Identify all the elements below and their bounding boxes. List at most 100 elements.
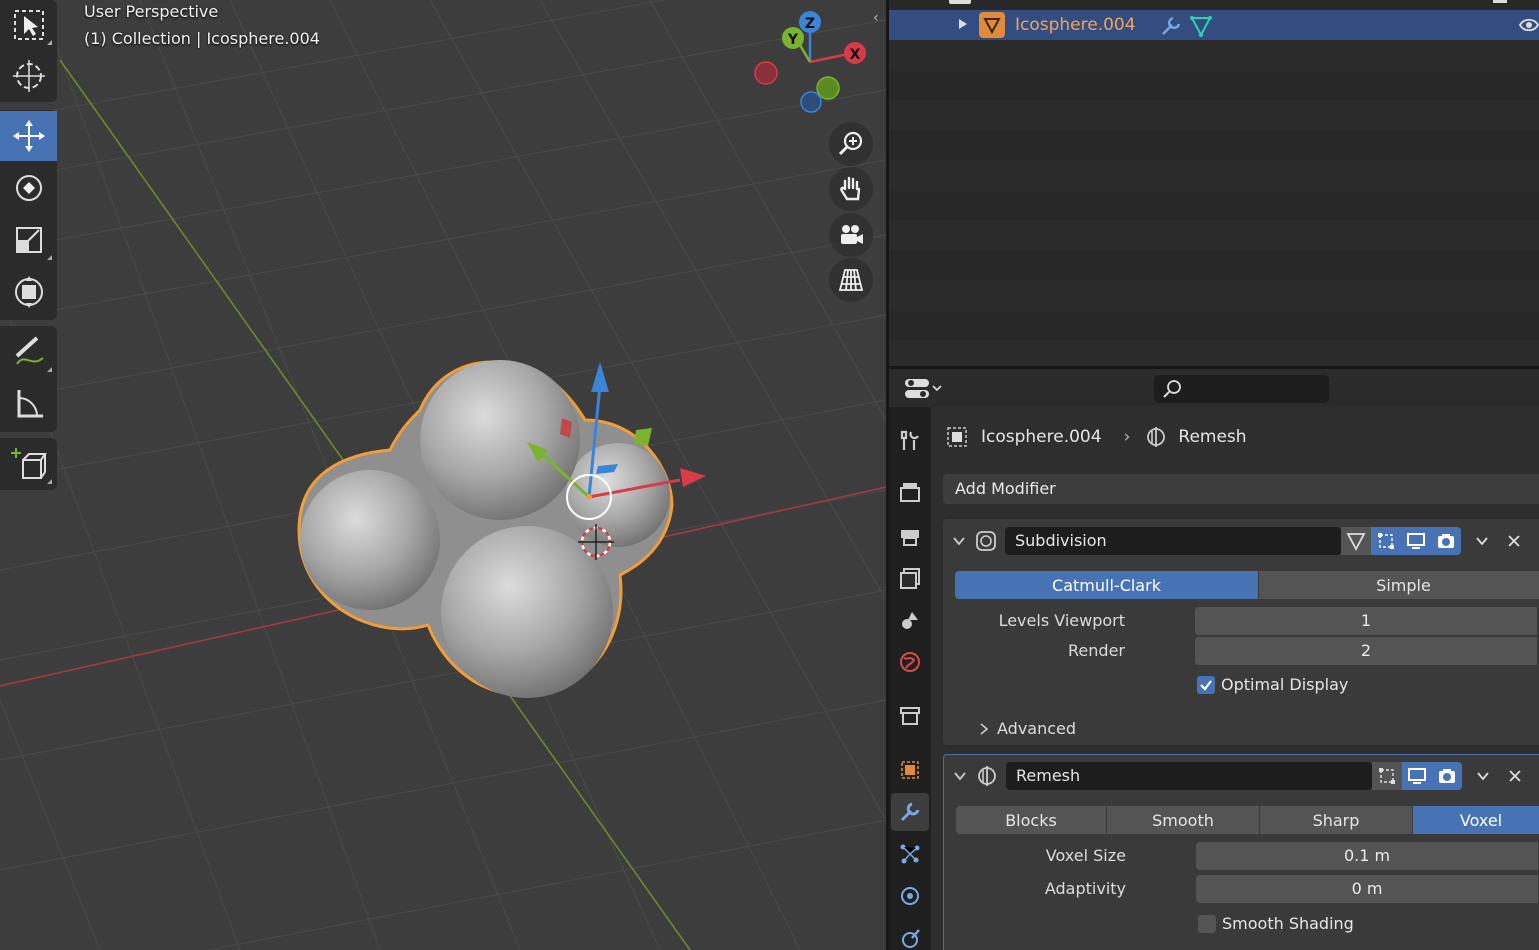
editor-type-button[interactable]	[901, 374, 949, 404]
properties-search-input[interactable]	[1154, 375, 1329, 403]
optimal-display-checkbox[interactable]	[1197, 676, 1215, 694]
mesh-object-icon	[979, 12, 1005, 38]
tab-collection[interactable]	[891, 697, 929, 735]
camera-render-icon	[1439, 769, 1455, 783]
move-tool[interactable]	[0, 111, 57, 161]
camera-view-button[interactable]	[829, 213, 873, 257]
subdivision-type-selector: Catmull-Clark Simple	[955, 571, 1539, 599]
pan-hand-icon	[840, 176, 861, 201]
tab-output[interactable]	[891, 517, 929, 555]
breadcrumb-chevron-icon: ›	[1123, 427, 1131, 447]
levels-viewport-field[interactable]: 1	[1195, 607, 1537, 635]
tab-particles[interactable]	[891, 835, 929, 873]
tab-world[interactable]	[891, 643, 929, 681]
measure-tool[interactable]	[0, 379, 57, 429]
sphere-top	[420, 360, 580, 520]
add-cube-tool[interactable]	[0, 439, 57, 489]
object-icon	[901, 761, 919, 779]
checkmark-icon	[1200, 680, 1212, 691]
camera-render-icon	[1438, 534, 1454, 548]
subdivision-icon	[972, 527, 1000, 555]
expand-chevron-icon	[980, 722, 989, 735]
physics-icon	[901, 887, 919, 905]
gizmo-y-label: Y	[787, 32, 799, 48]
mode-sharp[interactable]: Sharp	[1260, 806, 1413, 834]
properties-editor[interactable]: Icosphere.004 › Remesh Add Modifier Subd…	[889, 369, 1539, 950]
remesh-mode-selector: Blocks Smooth Sharp Voxel	[956, 806, 1539, 834]
mesh-data-icon[interactable]	[1189, 14, 1213, 38]
rotate-tool[interactable]	[0, 163, 57, 213]
tab-physics[interactable]	[891, 877, 929, 915]
scale-icon	[15, 227, 42, 253]
render-levels-label: Render	[1068, 641, 1125, 660]
close-icon	[1508, 535, 1520, 547]
expand-arrow-icon[interactable]	[959, 19, 967, 29]
editmode-toggle[interactable]	[1372, 762, 1402, 790]
advanced-subpanel-header[interactable]: Advanced	[977, 719, 1076, 738]
move-icon	[12, 120, 45, 152]
zoom-button[interactable]	[829, 122, 873, 166]
tab-scene[interactable]	[891, 601, 929, 639]
pan-button[interactable]	[829, 167, 873, 211]
remove-modifier-button[interactable]	[1500, 762, 1530, 790]
viewport-toggle[interactable]	[1402, 762, 1432, 790]
properties-tabs	[889, 407, 931, 950]
mode-simple[interactable]: Simple	[1259, 571, 1539, 599]
scale-tool[interactable]	[0, 215, 57, 265]
annotate-icon	[15, 336, 44, 365]
tab-modifiers[interactable]	[891, 793, 929, 831]
add-modifier-button[interactable]: Add Modifier	[943, 474, 1539, 504]
adaptivity-label: Adaptivity	[1044, 879, 1126, 898]
cursor-icon	[12, 60, 45, 92]
modifier-wrench-icon	[900, 802, 920, 822]
mode-voxel[interactable]: Voxel	[1413, 806, 1539, 834]
modifier-menu-button[interactable]	[1468, 762, 1498, 790]
modifier-menu-button[interactable]	[1467, 527, 1497, 555]
monitor-icon	[1408, 768, 1426, 784]
collection-label: (1) Collection | Icosphere.004	[84, 29, 320, 48]
render-icon	[900, 483, 920, 502]
remesh-name-field[interactable]: Remesh	[1006, 762, 1372, 790]
transform-tool[interactable]	[0, 267, 57, 317]
adaptivity-field[interactable]: 0 m	[1196, 875, 1538, 903]
outliner[interactable]: Icosphere.004	[889, 0, 1539, 366]
dropdown-chevron-icon	[1477, 772, 1489, 781]
editmode-square-icon	[1379, 768, 1395, 784]
camera-icon	[841, 225, 863, 244]
render-levels-field[interactable]: 2	[1195, 637, 1537, 665]
edit-cage-button[interactable]	[1341, 527, 1371, 555]
breadcrumb-object: Icosphere.004	[981, 427, 1102, 447]
eye-icon[interactable]	[1519, 16, 1539, 34]
cursor-tool[interactable]	[0, 51, 57, 101]
render-toggle[interactable]	[1432, 762, 1462, 790]
editmode-toggle[interactable]	[1371, 527, 1401, 555]
annotate-tool[interactable]	[0, 327, 57, 377]
viewport-toggle[interactable]	[1401, 527, 1431, 555]
tab-constraints[interactable]	[891, 919, 929, 950]
mode-catmull-clark[interactable]: Catmull-Clark	[955, 571, 1259, 599]
subdivision-name-field[interactable]: Subdivision	[1005, 527, 1341, 555]
world-icon	[900, 652, 920, 672]
outliner-object-name[interactable]: Icosphere.004	[1015, 15, 1136, 35]
transform-icon	[14, 276, 43, 308]
mode-blocks[interactable]: Blocks	[956, 806, 1107, 834]
collapse-chevron-icon[interactable]	[945, 527, 973, 555]
mode-smooth[interactable]: Smooth	[1107, 806, 1260, 834]
sidebar-collapse-icon[interactable]: ‹	[873, 10, 885, 30]
collection-icon	[949, 0, 971, 4]
collapse-chevron-icon[interactable]	[946, 762, 974, 790]
remove-modifier-button[interactable]	[1499, 527, 1529, 555]
grid-icon	[838, 269, 864, 291]
sphere-right	[566, 443, 670, 547]
tab-object[interactable]	[891, 751, 929, 789]
tab-render[interactable]	[891, 473, 929, 511]
render-toggle[interactable]	[1431, 527, 1461, 555]
perspective-toggle-button[interactable]	[829, 258, 873, 302]
tab-view-layer[interactable]	[891, 559, 929, 597]
wrench-icon[interactable]	[1159, 14, 1183, 38]
select-box-tool[interactable]	[0, 0, 57, 50]
tab-tool[interactable]	[891, 421, 929, 459]
voxel-size-field[interactable]: 0.1 m	[1196, 842, 1538, 870]
smooth-shading-checkbox[interactable]	[1198, 915, 1216, 933]
3d-viewport[interactable]: Z X Y User Perspective (1) Collection | …	[0, 0, 886, 950]
